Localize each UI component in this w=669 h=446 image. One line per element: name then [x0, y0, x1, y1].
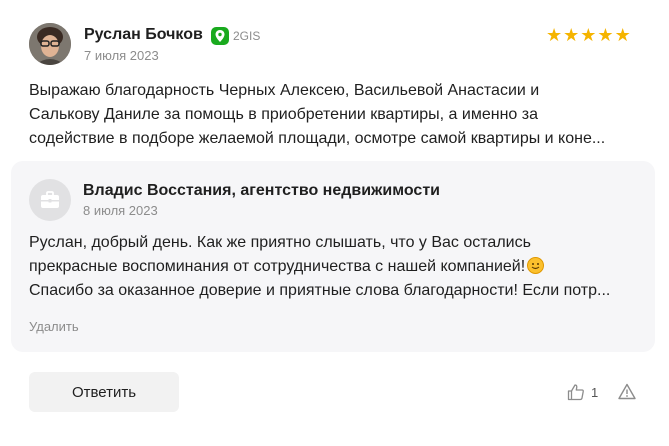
like-count: 1 — [591, 384, 599, 400]
briefcase-icon — [41, 191, 59, 208]
thumbs-up-icon — [567, 384, 584, 401]
report-button[interactable] — [618, 383, 636, 405]
reply-text-line-with-emoji: прекрасные воспоминания от сотрудничеств… — [29, 255, 637, 279]
author-avatar — [29, 23, 71, 65]
review-card: Руслан Бочков 2GIS 7 июля 2023 ★ ★ ★ ★ ★… — [0, 0, 669, 446]
review-text-line: Салькову Даниле за помощь в приобретении… — [29, 106, 538, 123]
review-source: 2GIS — [211, 27, 260, 45]
rating-stars: ★ ★ ★ ★ ★ — [546, 25, 631, 45]
warning-icon — [618, 383, 636, 400]
review-text-line: Выражаю благодарность Черных Алексею, Ва… — [29, 82, 540, 99]
reply-text-line: Руслан, добрый день. Как же приятно слыш… — [29, 234, 531, 251]
reply-date: 8 июля 2023 — [83, 203, 158, 218]
review-date: 7 июля 2023 — [84, 48, 159, 63]
reply-text-line: Спасибо за оказанное доверие и приятные … — [29, 282, 611, 299]
answer-button[interactable]: Ответить — [29, 372, 179, 412]
company-avatar — [29, 179, 71, 221]
smile-emoji-icon — [527, 257, 545, 274]
star-icon: ★ — [546, 25, 563, 45]
reply-text-line: прекрасные воспоминания от сотрудничеств… — [29, 258, 526, 275]
star-icon: ★ — [614, 25, 631, 45]
delete-reply-link[interactable]: Удалить — [29, 319, 79, 334]
reply-text[interactable]: Руслан, добрый день. Как же приятно слыш… — [29, 231, 637, 303]
author-name: Руслан Бочков — [84, 26, 203, 43]
star-icon: ★ — [597, 25, 614, 45]
like-button[interactable]: 1 — [567, 383, 598, 401]
star-icon: ★ — [580, 25, 597, 45]
2gis-icon — [211, 27, 229, 45]
company-reply: Владис Восстания, агентство недвижимости… — [11, 161, 655, 352]
company-name: Владис Восстания, агентство недвижимости — [83, 182, 440, 199]
star-icon: ★ — [563, 25, 580, 45]
source-label: 2GIS — [233, 29, 261, 43]
review-text-line: содействие в подборе желаемой площади, о… — [29, 130, 606, 147]
review-text[interactable]: Выражаю благодарность Черных Алексею, Ва… — [29, 79, 639, 151]
